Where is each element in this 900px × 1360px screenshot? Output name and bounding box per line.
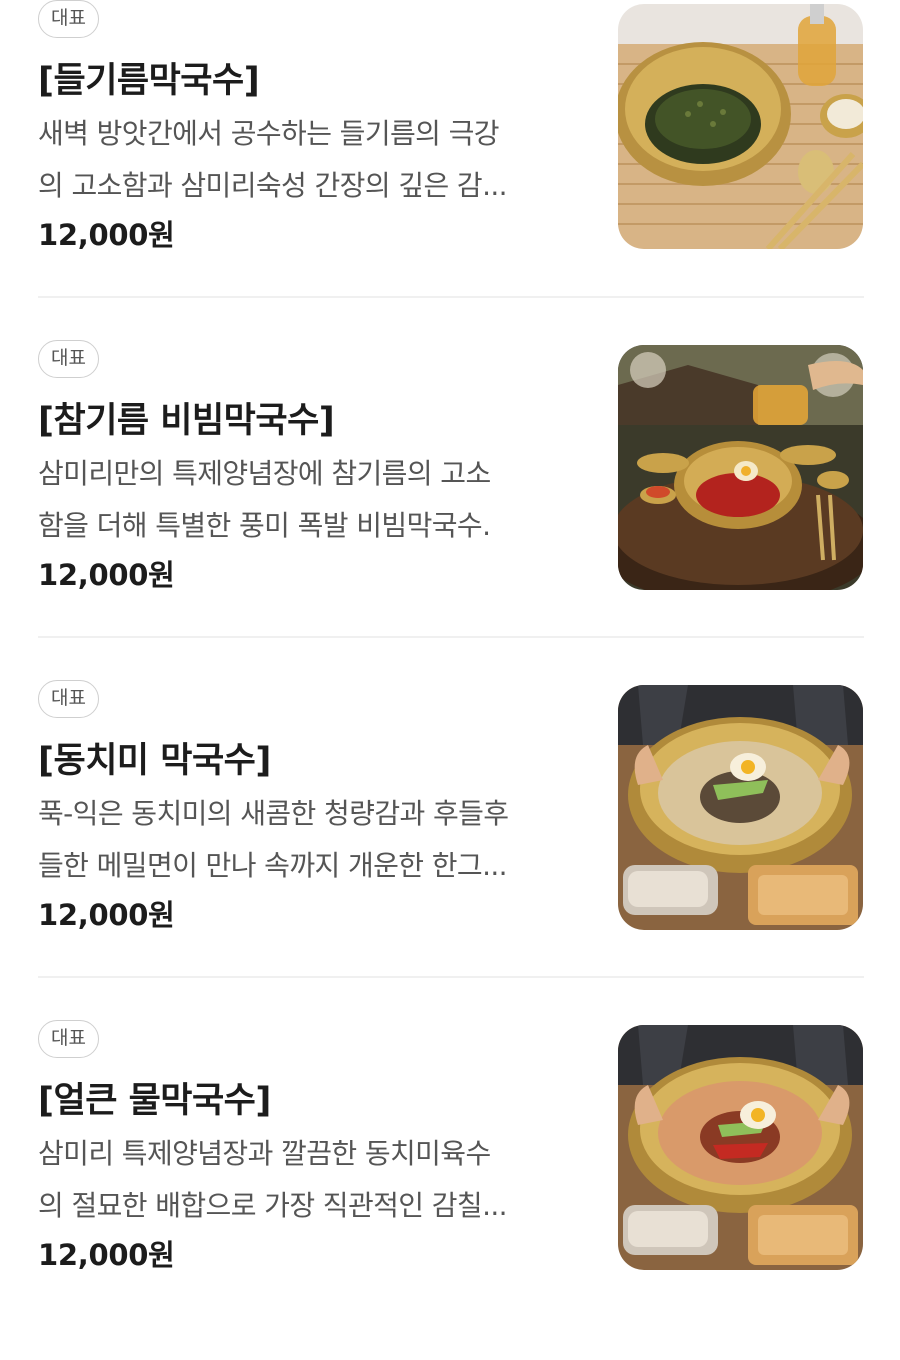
menu-item[interactable]: 대표 [동치미 막국수] 푹-익은 동치미의 새콤한 청량감과 후들후 들한 메… (0, 680, 900, 1020)
menu-item-image[interactable] (618, 4, 863, 249)
menu-item-description: 삼미리 특제양념장과 깔끔한 동치미육수 의 절묘한 배합으로 가장 직관적인 … (38, 1128, 593, 1232)
menu-item-name: [참기름 비빔막국수] (38, 401, 335, 441)
dongchimi-noodle-photo-icon (618, 685, 863, 930)
menu-item-description: 삼미리만의 특제양념장에 참기름의 고소 함을 더해 특별한 풍미 폭발 비빔막… (38, 448, 593, 552)
divider (38, 636, 864, 638)
menu-item-image[interactable] (618, 685, 863, 930)
menu-item[interactable]: 대표 [얼큰 물막국수] 삼미리 특제양념장과 깔끔한 동치미육수 의 절묘한 … (0, 1020, 900, 1360)
menu-item-name: [동치미 막국수] (38, 741, 271, 781)
menu-item-description: 푹-익은 동치미의 새콤한 청량감과 후들후 들한 메밀면이 만나 속까지 개운… (38, 788, 593, 892)
signature-badge: 대표 (38, 1020, 99, 1058)
signature-badge: 대표 (38, 0, 99, 38)
menu-item-price: 12,000원 (38, 898, 175, 932)
signature-badge: 대표 (38, 680, 99, 718)
description-line: 푹-익은 동치미의 새콤한 청량감과 후들후 (38, 797, 509, 830)
bibim-noodle-photo-icon (618, 345, 863, 590)
description-line: 들한 메밀면이 만나 속까지 개운한 한그... (38, 849, 508, 882)
menu-item-name: [얼큰 물막국수] (38, 1081, 271, 1121)
description-line: 새벽 방앗간에서 공수하는 들기름의 극강 (38, 117, 500, 150)
menu-item[interactable]: 대표 [들기름막국수] 새벽 방앗간에서 공수하는 들기름의 극강 의 고소함과… (0, 0, 900, 340)
menu-item-image[interactable] (618, 1025, 863, 1270)
menu-item-image[interactable] (618, 345, 863, 590)
divider (38, 976, 864, 978)
description-line: 함을 더해 특별한 풍미 폭발 비빔막국수. (38, 509, 491, 542)
description-line: 삼미리만의 특제양념장에 참기름의 고소 (38, 457, 491, 490)
description-line: 의 고소함과 삼미리숙성 간장의 깊은 감... (38, 169, 508, 202)
description-line: 삼미리 특제양념장과 깔끔한 동치미육수 (38, 1137, 491, 1170)
divider (38, 296, 864, 298)
menu-item-description: 새벽 방앗간에서 공수하는 들기름의 극강 의 고소함과 삼미리숙성 간장의 깊… (38, 108, 593, 212)
menu-item-name: [들기름막국수] (38, 61, 260, 101)
menu-item-price: 12,000원 (38, 218, 175, 252)
spicy-cold-noodle-photo-icon (618, 1025, 863, 1270)
menu-item-price: 12,000원 (38, 1238, 175, 1272)
description-line: 의 절묘한 배합으로 가장 직관적인 감칠... (38, 1189, 508, 1222)
menu-item[interactable]: 대표 [참기름 비빔막국수] 삼미리만의 특제양념장에 참기름의 고소 함을 더… (0, 340, 900, 680)
perilla-noodle-photo-icon (618, 4, 863, 249)
signature-badge: 대표 (38, 340, 99, 378)
menu-item-price: 12,000원 (38, 558, 175, 592)
